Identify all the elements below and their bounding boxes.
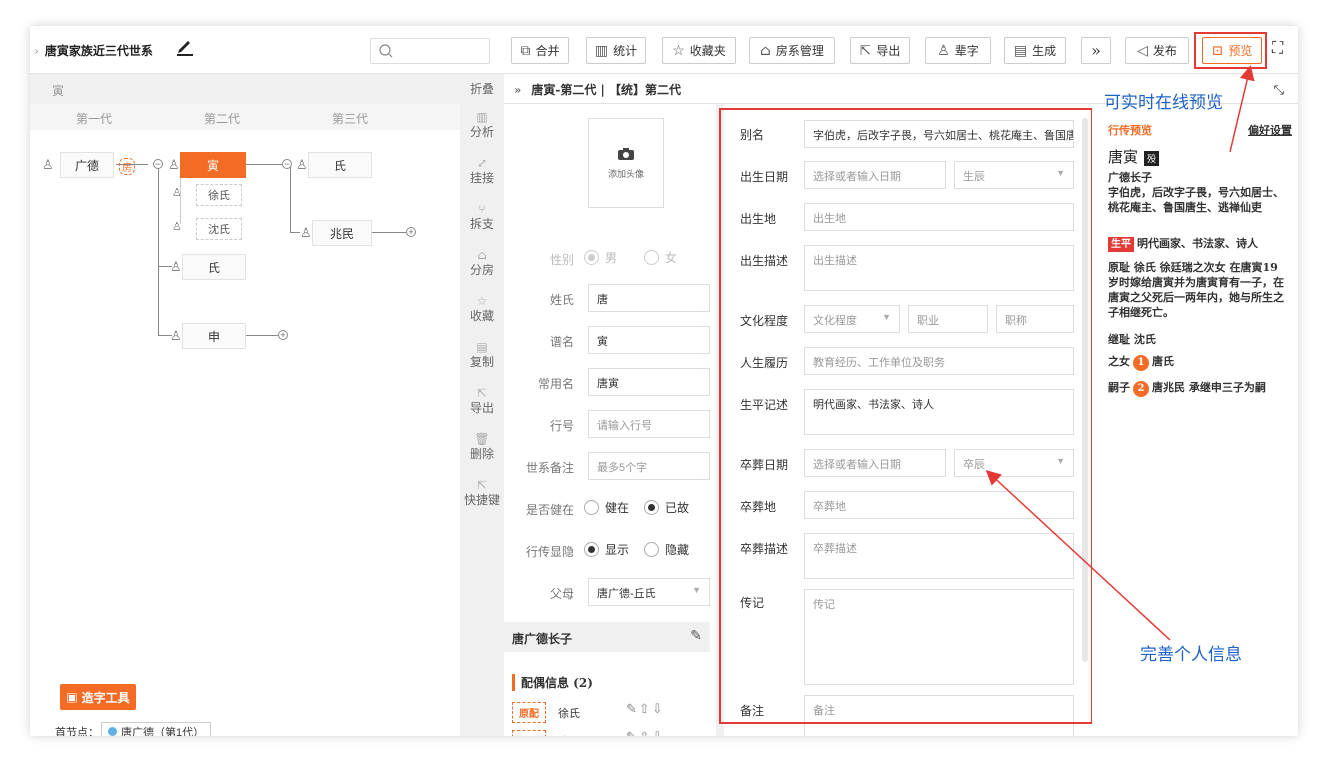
arrow-to-form	[985, 469, 1171, 641]
app-window: › 唐寅家族近三代世系 ⧉ 合并 ▥ 统计 ☆ 收藏夹 ⌂ 房系管理 ⇱ 导出 ♙ 辈字 ▤ 生…	[30, 26, 1298, 736]
arrow-to-preview	[1229, 65, 1255, 153]
annotation-arrows	[985, 65, 1255, 641]
